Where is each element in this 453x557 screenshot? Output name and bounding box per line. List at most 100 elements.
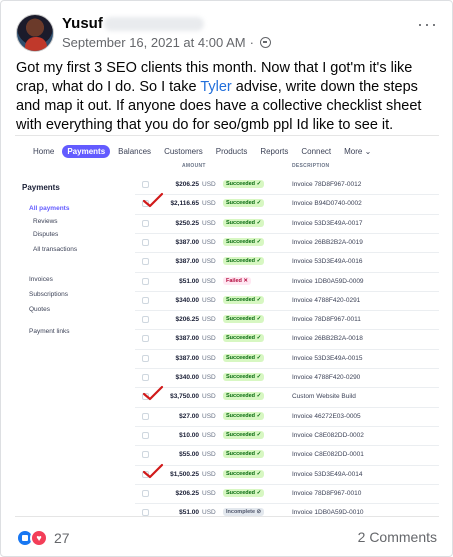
row-checkbox[interactable]	[142, 238, 149, 246]
status-badge: Succeeded ✓	[223, 353, 265, 362]
table-row[interactable]: $3,750.00 USD Succeeded ✓ Custom Website Bu…	[139, 388, 439, 407]
status-badge: Succeeded ✓	[223, 199, 265, 208]
row-checkbox[interactable]	[142, 412, 149, 420]
sidebar-item-4[interactable]: Invoices	[29, 276, 53, 283]
nav-tab-1[interactable]: Payments	[62, 145, 111, 158]
nav-tab-6[interactable]: Connect	[296, 145, 336, 158]
row-checkbox[interactable]	[142, 489, 149, 497]
table-row[interactable]: $250.25 USD Succeeded ✓ Invoice 53D3E49A-00…	[139, 215, 439, 234]
payment-currency: USD	[202, 374, 216, 381]
nav-tab-5[interactable]: Reports	[255, 145, 293, 158]
tagged-user-link[interactable]: Tyler	[200, 79, 231, 95]
table-row[interactable]: $387.00 USD Succeeded ✓ Invoice 26BB2B2A-00…	[139, 330, 439, 349]
comments-count-link[interactable]: 2 Comments	[358, 529, 437, 545]
status-badge: Succeeded ✓	[223, 373, 265, 381]
row-checkbox[interactable]	[142, 509, 149, 516]
love-icon: ♥	[30, 529, 48, 547]
nav-tab-0[interactable]: Home	[28, 145, 59, 158]
status-badge: Succeeded ✓	[223, 392, 265, 401]
sidebar-item-3[interactable]: All transactions	[33, 246, 77, 253]
nav-tab-4[interactable]: Products	[211, 145, 253, 158]
payment-currency: USD	[202, 354, 216, 362]
row-checkbox[interactable]	[142, 181, 149, 188]
table-row[interactable]: $387.00 USD Succeeded ✓ Invoice 26BB2B2A-00…	[139, 234, 439, 253]
payment-amount: $387.00	[175, 238, 200, 246]
table-row[interactable]: $387.00 USD Succeeded ✓ Invoice 53D3E49A-00…	[139, 350, 439, 369]
table-row[interactable]: $387.00 USD Succeeded ✓ Invoice 53D3E49A-00…	[139, 253, 439, 272]
payment-currency: USD	[202, 181, 216, 188]
payment-description: Invoice 53D3E49A-0017	[292, 219, 363, 227]
payment-currency: USD	[202, 451, 216, 459]
payment-description: Invoice 26BB2B2A-0018	[292, 335, 363, 343]
table-row[interactable]: $340.00 USD Succeeded ✓ Invoice 4788F420-02…	[139, 292, 439, 311]
payment-description: Invoice C8E082DD-0001	[292, 451, 364, 459]
sidebar-item-1[interactable]: Reviews	[33, 218, 58, 225]
table-row[interactable]: $51.00 USD Failed ✕ Invoice 1DB0A59D-0009	[139, 273, 439, 292]
red-checkmark-icon	[142, 386, 164, 401]
row-checkbox[interactable]	[142, 296, 149, 304]
row-checkbox[interactable]	[142, 335, 149, 343]
more-options-icon[interactable]: ···	[417, 15, 438, 33]
table-row[interactable]: $10.00 USD Succeeded ✓ Invoice C8E082DD-000…	[139, 427, 439, 446]
row-checkbox[interactable]	[142, 354, 149, 362]
payment-description: Invoice 4788F420-0290	[292, 374, 361, 381]
payment-amount: $206.25	[175, 316, 200, 324]
row-checkbox[interactable]	[142, 374, 149, 381]
payment-currency: USD	[202, 200, 216, 208]
sidebar-item-6[interactable]: Quotes	[29, 306, 50, 313]
payment-description: Invoice 1DB0A59D-0009	[292, 277, 364, 285]
sidebar-item-2[interactable]: Disputes	[33, 231, 58, 238]
description-column-header: DESCRIPTION	[292, 163, 330, 169]
payment-amount: $27.00	[179, 412, 199, 420]
payment-description: Invoice 53D3E49A-0015	[292, 354, 363, 362]
nav-tab-7[interactable]: More ⌄	[339, 145, 376, 158]
post-timestamp[interactable]: September 16, 2021 at 4:00 AM	[62, 35, 246, 50]
payment-amount: $250.25	[175, 219, 200, 227]
author-name[interactable]: Yusuf	[62, 15, 103, 32]
payment-description: Invoice 1DB0A59D-0010	[292, 509, 364, 517]
payment-amount: $51.00	[179, 277, 199, 285]
sidebar-item-7[interactable]: Payment links	[29, 328, 69, 335]
nav-tab-2[interactable]: Balances	[113, 145, 156, 158]
payment-description: Invoice 53D3E49A-0016	[292, 258, 363, 266]
status-badge: Succeeded ✓	[223, 315, 265, 324]
payment-currency: USD	[202, 238, 216, 246]
table-row[interactable]: $206.25 USD Succeeded ✓ Invoice 78D8F967-00…	[139, 485, 439, 504]
payment-currency: USD	[202, 470, 216, 478]
payment-description: Custom Website Build	[292, 393, 356, 401]
dashboard-top-nav: Home Payments Balances Customers Products Rep…	[28, 145, 379, 158]
payment-amount: $387.00	[175, 258, 200, 266]
payment-currency: USD	[202, 258, 216, 266]
payment-amount: $51.00	[179, 509, 199, 517]
table-row[interactable]: $55.00 USD Succeeded ✓ Invoice C8E082DD-000…	[139, 446, 439, 465]
row-checkbox[interactable]	[142, 316, 149, 324]
status-badge: Failed ✕	[223, 276, 252, 285]
table-row[interactable]: $206.25 USD Succeeded ✓ Invoice 78D8F967-00…	[139, 176, 439, 195]
payment-description: Invoice C8E082DD-0002	[292, 431, 364, 439]
row-checkbox[interactable]	[142, 277, 149, 285]
reactions-summary[interactable]: ♥ 27	[16, 529, 70, 547]
table-row[interactable]: $340.00 USD Succeeded ✓ Invoice 4788F420-02…	[139, 369, 439, 388]
payment-amount: $340.00	[175, 374, 200, 381]
row-checkbox[interactable]	[142, 219, 149, 227]
status-badge: Succeeded ✓	[223, 334, 265, 343]
post-card: Yusuf September 16, 2021 at 4:00 AM · ··…	[0, 0, 453, 557]
status-badge: Incomplete ⊘	[223, 508, 265, 516]
payment-description: Invoice 4788F420-0291	[292, 296, 361, 304]
payment-amount: $340.00	[175, 296, 200, 304]
avatar[interactable]	[16, 14, 54, 52]
attached-screenshot[interactable]: Home Payments Balances Customers Products Rep…	[15, 135, 439, 517]
nav-tab-3[interactable]: Customers	[159, 145, 208, 158]
status-badge: Succeeded ✓	[223, 411, 265, 420]
row-checkbox[interactable]	[142, 451, 149, 459]
table-row[interactable]: $27.00 USD Succeeded ✓ Invoice 46272E03-000…	[139, 408, 439, 427]
sidebar-item-0[interactable]: All payments	[29, 205, 69, 212]
table-row[interactable]: $1,500.25 USD Succeeded ✓ Invoice 53D3E49A-…	[139, 466, 439, 485]
sidebar-item-5[interactable]: Subscriptions	[29, 291, 68, 298]
table-row[interactable]: $51.00 USD Incomplete ⊘ Invoice 1DB0A59D-00…	[139, 504, 439, 517]
table-row[interactable]: $2,116.65 USD Succeeded ✓ Invoice B94D0740-…	[139, 195, 439, 214]
row-checkbox[interactable]	[142, 431, 149, 439]
row-checkbox[interactable]	[142, 258, 149, 266]
post-meta: September 16, 2021 at 4:00 AM ·	[62, 35, 271, 50]
table-row[interactable]: $206.25 USD Succeeded ✓ Invoice 78D8F967-00…	[139, 311, 439, 330]
